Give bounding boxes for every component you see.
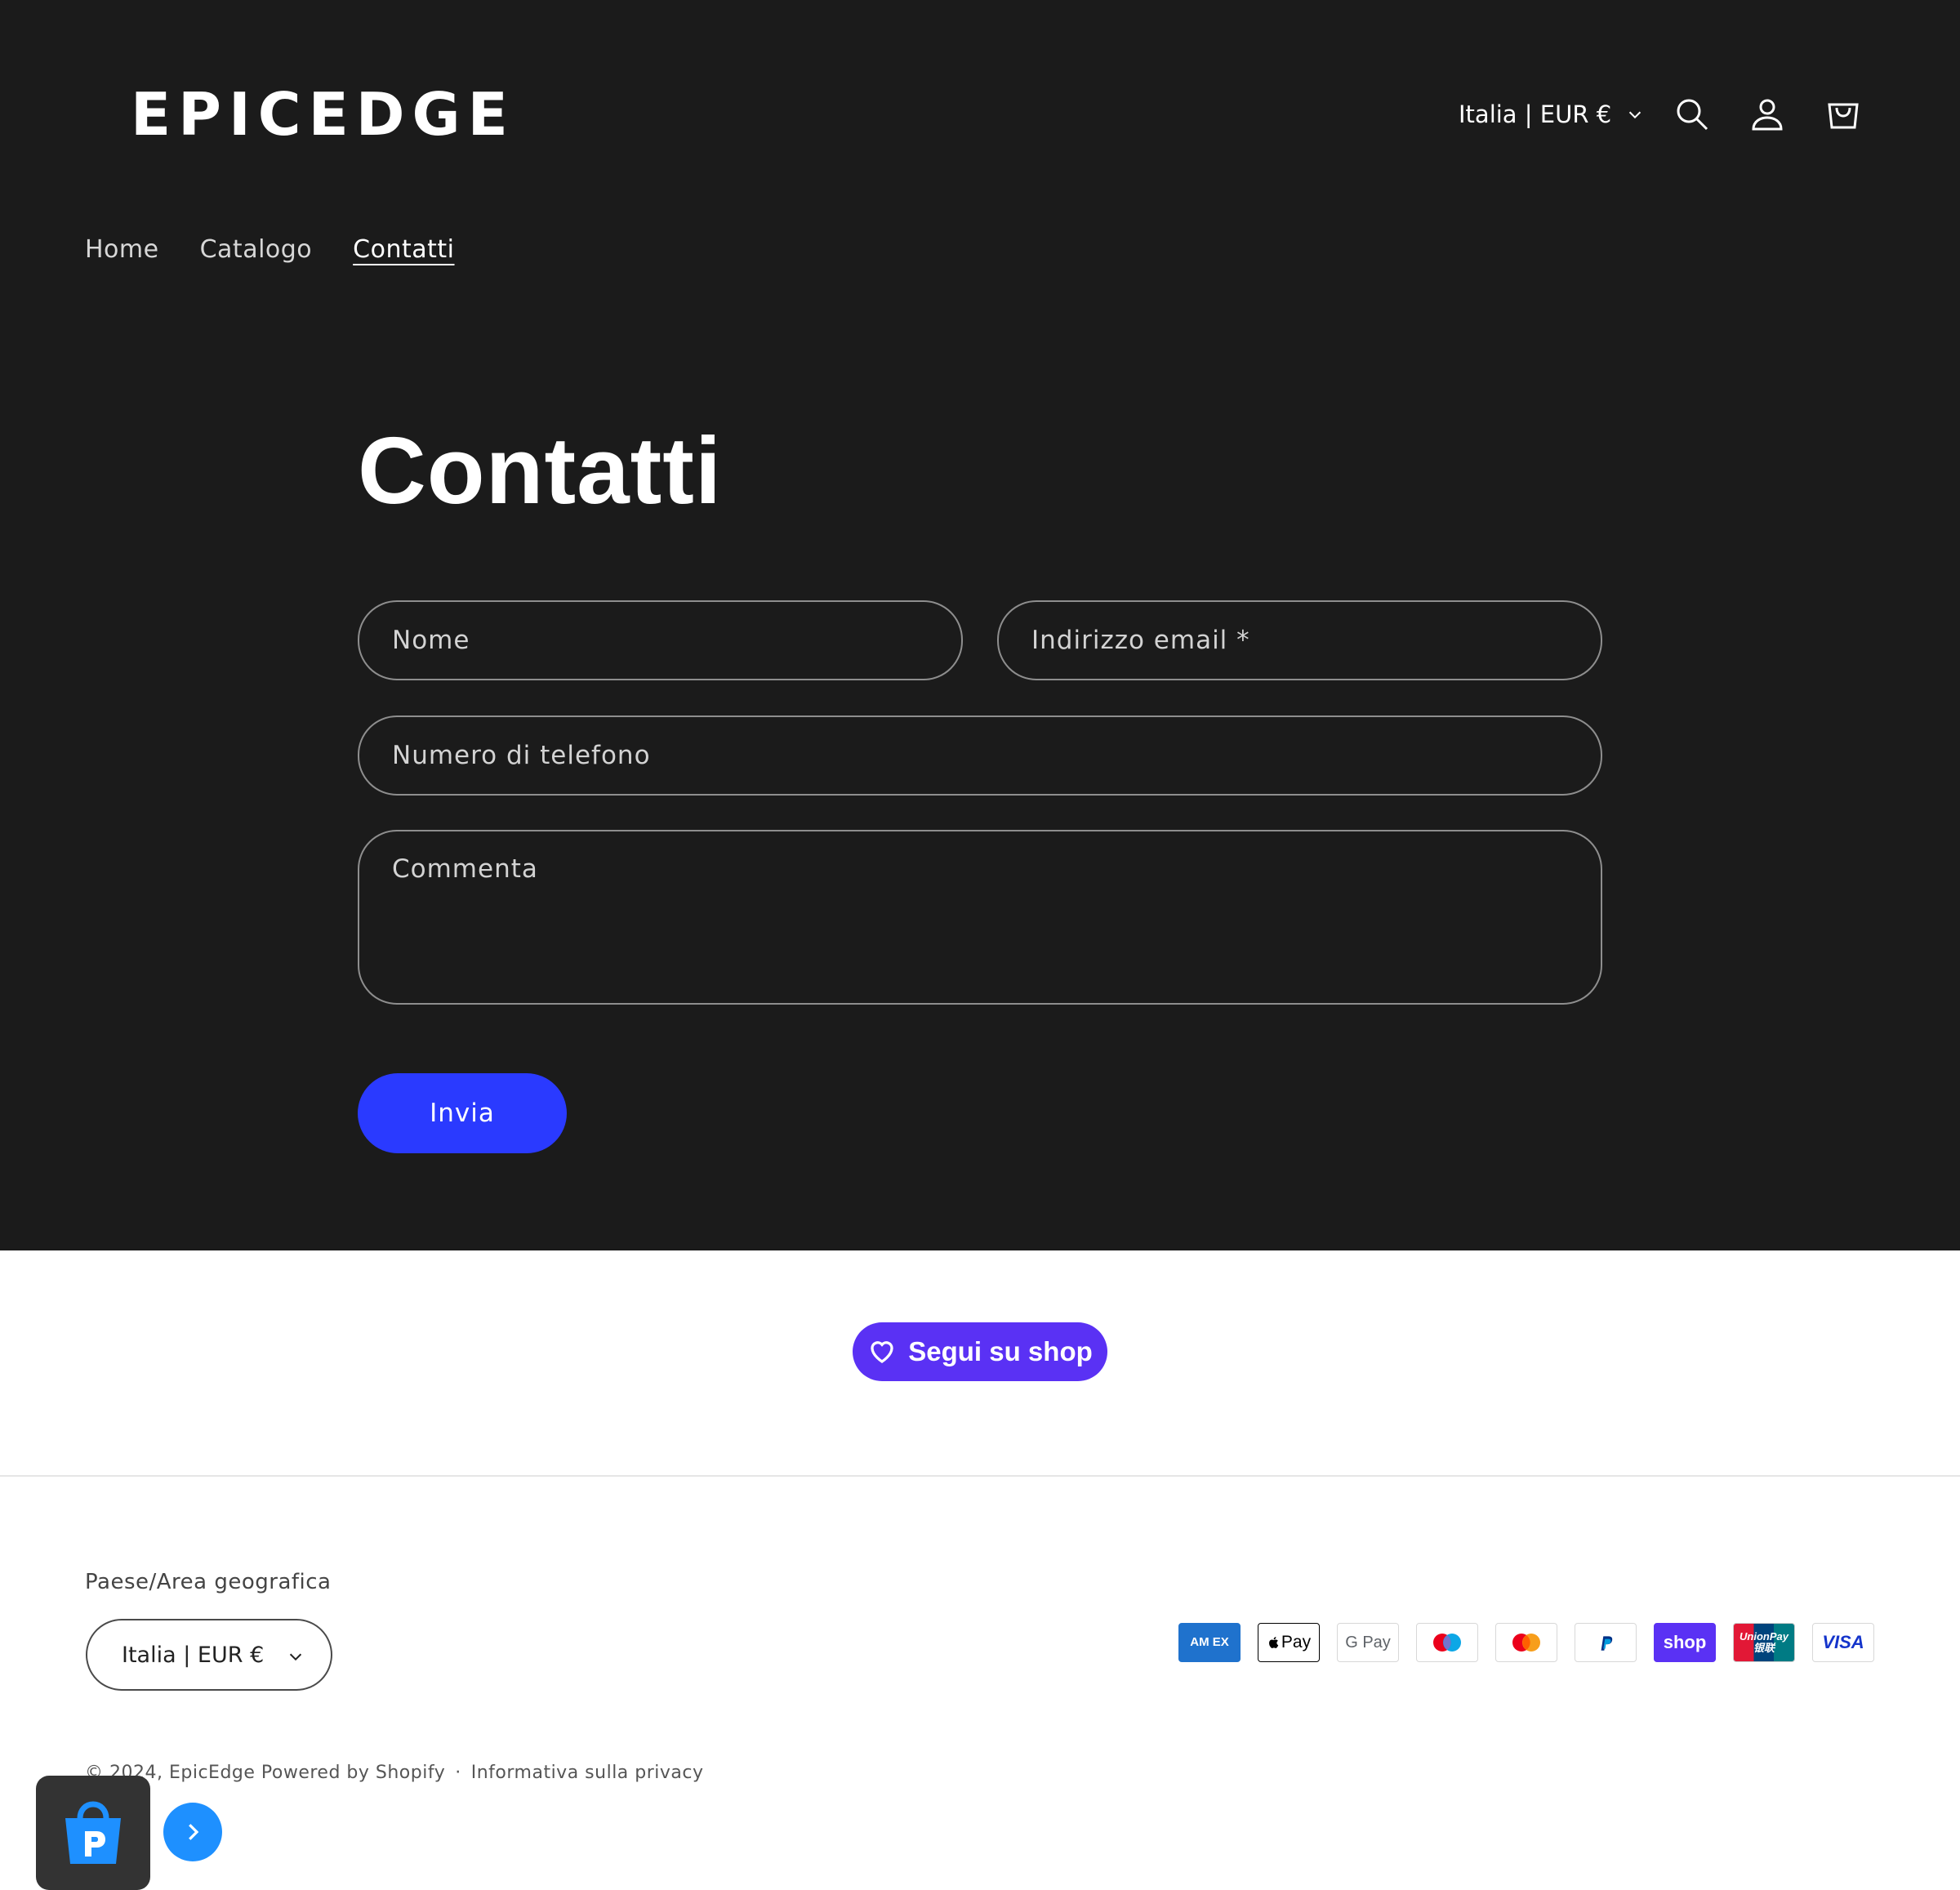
submit-button[interactable]: Invia xyxy=(358,1073,567,1153)
chevron-down-icon xyxy=(1629,111,1642,119)
region-label: Paese/Area geografica xyxy=(85,1570,332,1594)
locale-selector[interactable]: Italia | EUR € xyxy=(1459,96,1644,132)
follow-on-shop-button[interactable]: Segui su shop xyxy=(853,1322,1107,1381)
shop-bag-icon xyxy=(65,1801,121,1864)
shop-pay-icon: shop xyxy=(1654,1623,1716,1662)
nav-contatti[interactable]: Contatti xyxy=(353,234,454,266)
shop-app-button[interactable] xyxy=(36,1776,150,1890)
mastercard-icon xyxy=(1495,1623,1557,1662)
apple-pay-icon: Pay xyxy=(1258,1623,1320,1662)
apple-logo-icon xyxy=(1268,1637,1279,1648)
main-nav: Home Catalogo Contatti xyxy=(85,234,455,266)
logo-text: EPICEDGE xyxy=(131,80,515,149)
footer-separator: · xyxy=(455,1763,461,1783)
amex-icon: AM EX xyxy=(1178,1623,1241,1662)
account-button[interactable] xyxy=(1743,90,1792,139)
shop-expand-button[interactable] xyxy=(163,1803,222,1861)
privacy-policy-link[interactable]: Informativa sulla privacy xyxy=(471,1763,704,1783)
maestro-circles-icon xyxy=(1433,1634,1461,1652)
mastercard-circles-icon xyxy=(1512,1634,1540,1652)
payment-methods: AM EX Pay G Pay shop UnionPay 银联 VISA xyxy=(1178,1623,1874,1662)
nav-catalogo[interactable]: Catalogo xyxy=(200,234,313,266)
paypal-icon xyxy=(1575,1623,1637,1662)
name-field[interactable] xyxy=(358,600,963,680)
cart-button[interactable] xyxy=(1819,90,1868,139)
account-icon xyxy=(1752,99,1783,131)
locale-label: Italia | EUR € xyxy=(1459,100,1612,128)
visa-icon: VISA xyxy=(1812,1623,1874,1662)
chevron-down-icon xyxy=(289,1653,302,1661)
nav-home[interactable]: Home xyxy=(85,234,159,266)
cart-icon xyxy=(1828,103,1859,129)
apple-pay-label: Pay xyxy=(1281,1633,1312,1652)
comment-field[interactable] xyxy=(358,830,1602,1005)
footer-divider xyxy=(0,1475,1960,1477)
maestro-icon xyxy=(1416,1623,1478,1662)
chevron-right-icon xyxy=(189,1824,199,1840)
paypal-p-icon xyxy=(1601,1636,1613,1651)
phone-field[interactable] xyxy=(358,715,1602,796)
store-logo[interactable]: EPICEDGE xyxy=(131,85,508,144)
region-selector[interactable]: Italia | EUR € xyxy=(86,1619,332,1691)
follow-label: Segui su shop xyxy=(908,1336,1093,1366)
google-pay-icon: G Pay xyxy=(1337,1623,1399,1662)
heart-icon xyxy=(871,1341,893,1363)
copyright: © 2024, EpicEdge Powered by Shopify · Info… xyxy=(85,1763,704,1783)
email-field[interactable] xyxy=(997,600,1602,680)
region-value: Italia | EUR € xyxy=(122,1642,265,1668)
dark-section xyxy=(0,0,1960,1250)
search-button[interactable] xyxy=(1668,90,1717,139)
search-icon xyxy=(1677,99,1708,131)
page-title: Contatti xyxy=(358,417,723,524)
unionpay-icon: UnionPay 银联 xyxy=(1733,1623,1795,1662)
